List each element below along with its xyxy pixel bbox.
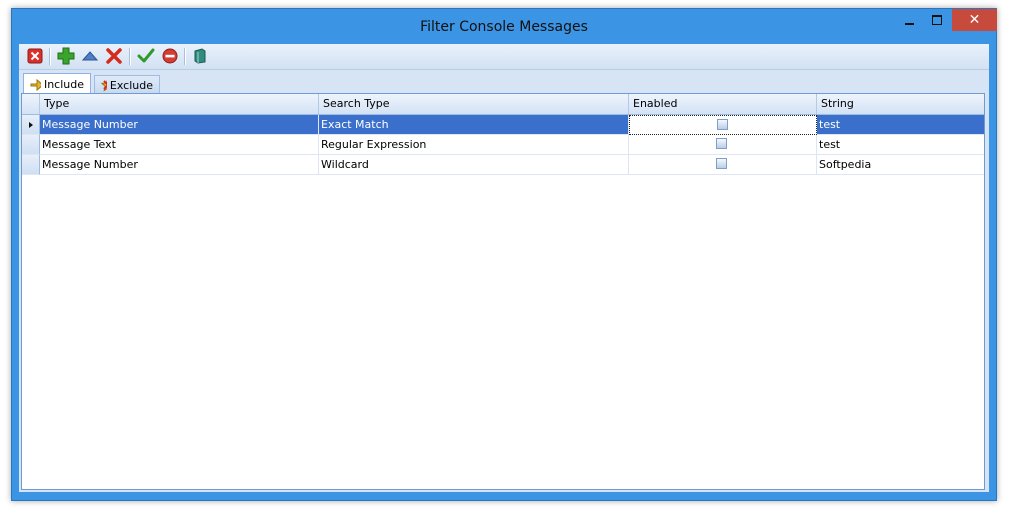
toolbar <box>19 44 989 70</box>
client-area: Include Exclude Type Search Type Enabled… <box>19 44 989 492</box>
enabled-checkbox[interactable] <box>717 119 728 130</box>
enabled-checkbox[interactable] <box>716 138 727 149</box>
row-indicator <box>22 155 40 175</box>
delete-filter-icon <box>27 48 43 64</box>
maximize-button[interactable] <box>924 9 950 31</box>
enable-button[interactable] <box>137 47 155 65</box>
exclude-icon <box>101 80 107 92</box>
table-row[interactable]: Message Number Wildcard Softpedia <box>22 155 984 175</box>
row-indicator-header <box>22 94 40 114</box>
cell-enabled[interactable] <box>629 135 817 155</box>
window-title: Filter Console Messages <box>420 19 588 35</box>
cell-search-type[interactable]: Exact Match <box>319 115 629 135</box>
column-header-type[interactable]: Type <box>40 94 319 114</box>
cell-type[interactable]: Message Number <box>40 115 319 135</box>
cell-type[interactable]: Message Text <box>40 135 319 155</box>
minimize-button[interactable] <box>896 9 922 31</box>
tab-include[interactable]: Include <box>23 73 91 94</box>
move-up-icon <box>82 51 98 61</box>
close-icon: ✕ <box>968 12 981 28</box>
cell-search-type[interactable]: Wildcard <box>319 155 629 175</box>
add-icon <box>57 47 75 65</box>
tab-exclude-label: Exclude <box>109 78 153 92</box>
toolbar-separator <box>184 48 186 65</box>
maximize-icon <box>932 15 942 25</box>
current-row-arrow-icon <box>29 122 33 128</box>
table-row[interactable]: Message Text Regular Expression test <box>22 135 984 155</box>
tab-include-label: Include <box>43 77 84 91</box>
filter-grid: Type Search Type Enabled String Message … <box>21 93 985 490</box>
cell-search-type[interactable]: Regular Expression <box>319 135 629 155</box>
column-header-string[interactable]: String <box>817 94 984 114</box>
cell-string[interactable]: test <box>817 115 984 135</box>
remove-icon <box>106 48 122 64</box>
delete-filter-button[interactable] <box>26 47 44 65</box>
cell-string[interactable]: Softpedia <box>817 155 984 175</box>
minimize-icon <box>904 23 914 25</box>
tab-strip: Include Exclude <box>19 70 989 94</box>
move-up-button[interactable] <box>81 47 99 65</box>
stop-icon <box>162 48 178 64</box>
cell-type[interactable]: Message Number <box>40 155 319 175</box>
help-button[interactable] <box>191 47 209 65</box>
column-header-enabled[interactable]: Enabled <box>629 94 817 114</box>
disable-button[interactable] <box>161 47 179 65</box>
tab-exclude[interactable]: Exclude <box>94 75 160 94</box>
close-button[interactable]: ✕ <box>952 9 997 31</box>
table-row[interactable]: Message Number Exact Match test <box>22 115 984 135</box>
check-icon <box>137 48 155 63</box>
cell-string[interactable]: test <box>817 135 984 155</box>
filter-console-window: Filter Console Messages ✕ Include Exclud… <box>11 8 997 501</box>
remove-button[interactable] <box>105 47 123 65</box>
grid-header: Type Search Type Enabled String <box>22 94 984 115</box>
toolbar-separator <box>49 48 51 65</box>
row-indicator <box>22 135 40 155</box>
toolbar-separator <box>129 48 131 65</box>
cell-enabled[interactable] <box>629 115 817 135</box>
add-button[interactable] <box>57 47 75 65</box>
include-icon <box>30 78 41 91</box>
book-icon <box>194 48 206 64</box>
column-header-search-type[interactable]: Search Type <box>319 94 629 114</box>
row-indicator <box>22 115 40 135</box>
title-bar[interactable]: Filter Console Messages ✕ <box>12 9 997 45</box>
cell-enabled[interactable] <box>629 155 817 175</box>
enabled-checkbox[interactable] <box>716 158 727 169</box>
